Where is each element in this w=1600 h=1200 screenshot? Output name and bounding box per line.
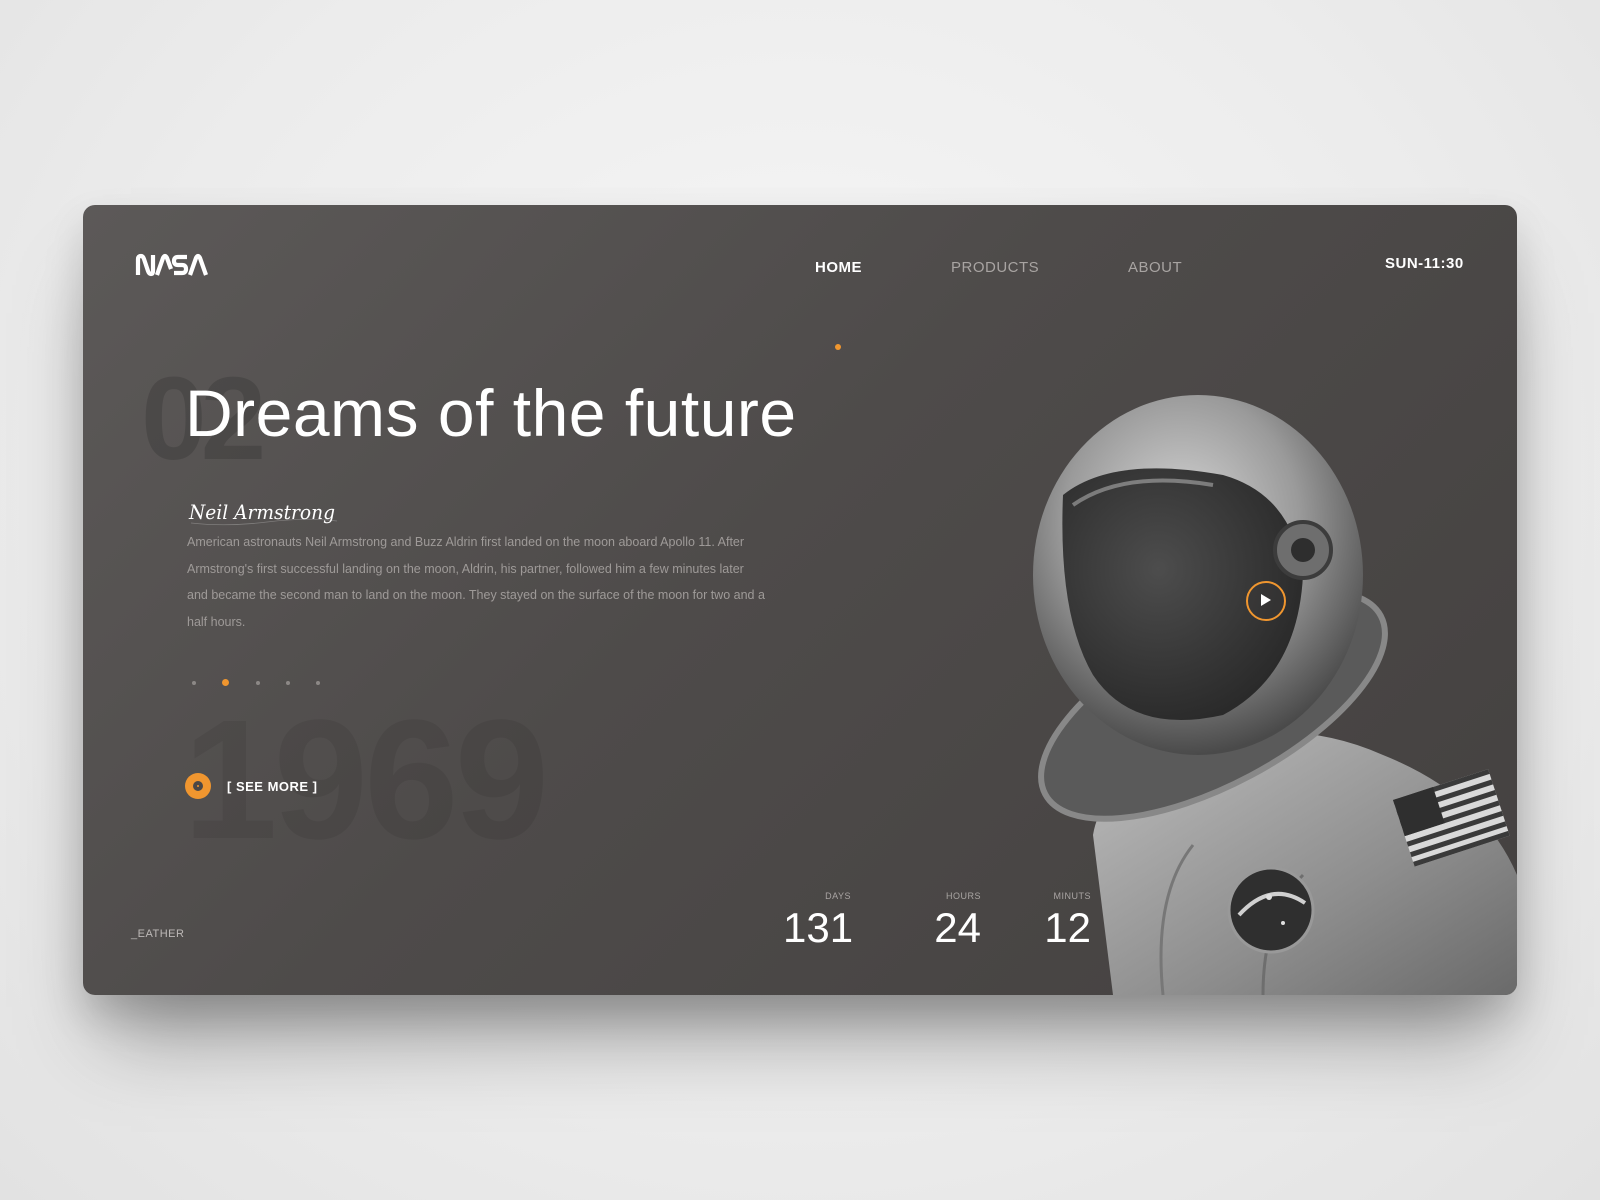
play-video-button[interactable] bbox=[1246, 581, 1286, 621]
target-dot-icon bbox=[185, 773, 211, 799]
slide-pagination bbox=[192, 678, 332, 690]
hero-headline: Dreams of the future bbox=[185, 376, 797, 450]
nav-products[interactable]: PRODUCTS bbox=[951, 259, 1039, 276]
slide-dot-4[interactable] bbox=[286, 681, 290, 685]
countdown-days-label: DAYS bbox=[825, 891, 851, 901]
play-icon bbox=[1261, 594, 1271, 606]
nav-active-indicator bbox=[835, 344, 841, 350]
see-more-button[interactable]: [ SEE MORE ] bbox=[185, 773, 318, 799]
clock-display: SUN-11:30 bbox=[1385, 255, 1464, 272]
slide-dot-3[interactable] bbox=[256, 681, 260, 685]
slide-dot-1[interactable] bbox=[192, 681, 196, 685]
svg-text:Neil Armstrong: Neil Armstrong bbox=[188, 500, 335, 524]
signature-neil-armstrong: Neil Armstrong bbox=[188, 500, 338, 526]
hero-description: American astronauts Neil Armstrong and B… bbox=[187, 535, 765, 629]
slide-dot-2[interactable] bbox=[222, 679, 229, 686]
weather-label[interactable]: _EATHER bbox=[131, 928, 184, 940]
nasa-logo[interactable] bbox=[135, 253, 209, 277]
countdown-days-value: 131 bbox=[783, 904, 854, 951]
astronaut-image bbox=[1033, 395, 1517, 995]
nav-about[interactable]: ABOUT bbox=[1128, 259, 1182, 276]
countdown-days: DAYS 131 bbox=[783, 891, 854, 951]
slide-dot-5[interactable] bbox=[316, 681, 320, 685]
hero-card: HOME PRODUCTS ABOUT SUN-11:30 02 1969 Dr… bbox=[83, 205, 1517, 995]
nav-home[interactable]: HOME bbox=[815, 259, 862, 276]
see-more-label: [ SEE MORE ] bbox=[227, 778, 318, 794]
